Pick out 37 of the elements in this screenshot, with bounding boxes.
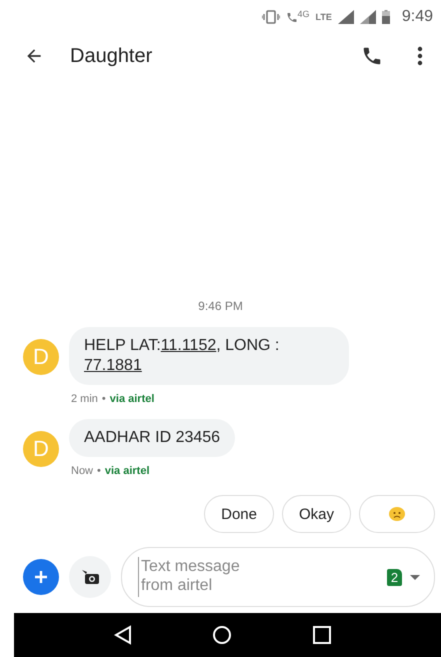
compose-field[interactable]: Text message from airtel 2 bbox=[121, 547, 435, 607]
suggestion-chip[interactable]: Okay bbox=[282, 495, 351, 533]
back-nav-button[interactable] bbox=[114, 625, 132, 645]
dropdown-caret-icon[interactable] bbox=[410, 574, 420, 580]
vibrate-icon bbox=[262, 10, 280, 24]
home-nav-button[interactable] bbox=[212, 625, 232, 645]
message-bubble: HELP LAT:11.1152, LONG : 77.1881 bbox=[69, 327, 349, 385]
camera-icon bbox=[80, 569, 100, 585]
status-time: 9:49 bbox=[402, 8, 433, 26]
signal-icon bbox=[338, 10, 354, 24]
sad-face-icon bbox=[389, 507, 405, 521]
more-icon bbox=[417, 46, 423, 66]
message-link[interactable]: 11.1152 bbox=[160, 337, 216, 354]
contact-name: Daughter bbox=[70, 44, 154, 68]
network-label: 4G bbox=[298, 9, 310, 19]
add-button[interactable] bbox=[23, 559, 59, 595]
phone-icon bbox=[361, 45, 383, 67]
network-label: LTE bbox=[316, 12, 332, 22]
contact-avatar: D bbox=[23, 431, 59, 467]
message-bubble: AADHAR ID 23456 bbox=[69, 419, 236, 457]
plus-icon bbox=[34, 570, 48, 584]
message-age: 2 min bbox=[71, 393, 98, 405]
carrier-label: via airtel bbox=[104, 465, 150, 477]
phone-icon bbox=[286, 10, 298, 24]
message-age: Now bbox=[71, 465, 94, 477]
separator-dot: • bbox=[97, 465, 101, 477]
suggestion-chip[interactable]: Done bbox=[204, 495, 274, 533]
message-timestamp: 9:46 PM bbox=[198, 299, 243, 313]
battery-icon bbox=[382, 10, 390, 24]
separator-dot: • bbox=[102, 393, 106, 405]
contact-avatar: D bbox=[23, 339, 59, 375]
camera-button[interactable] bbox=[69, 556, 111, 598]
sim-badge[interactable]: 2 bbox=[387, 568, 402, 586]
carrier-label: via airtel bbox=[110, 393, 154, 405]
message-link[interactable]: 77.1881 bbox=[84, 357, 142, 374]
signal-icon bbox=[360, 10, 376, 24]
recents-nav-button[interactable] bbox=[312, 626, 331, 644]
